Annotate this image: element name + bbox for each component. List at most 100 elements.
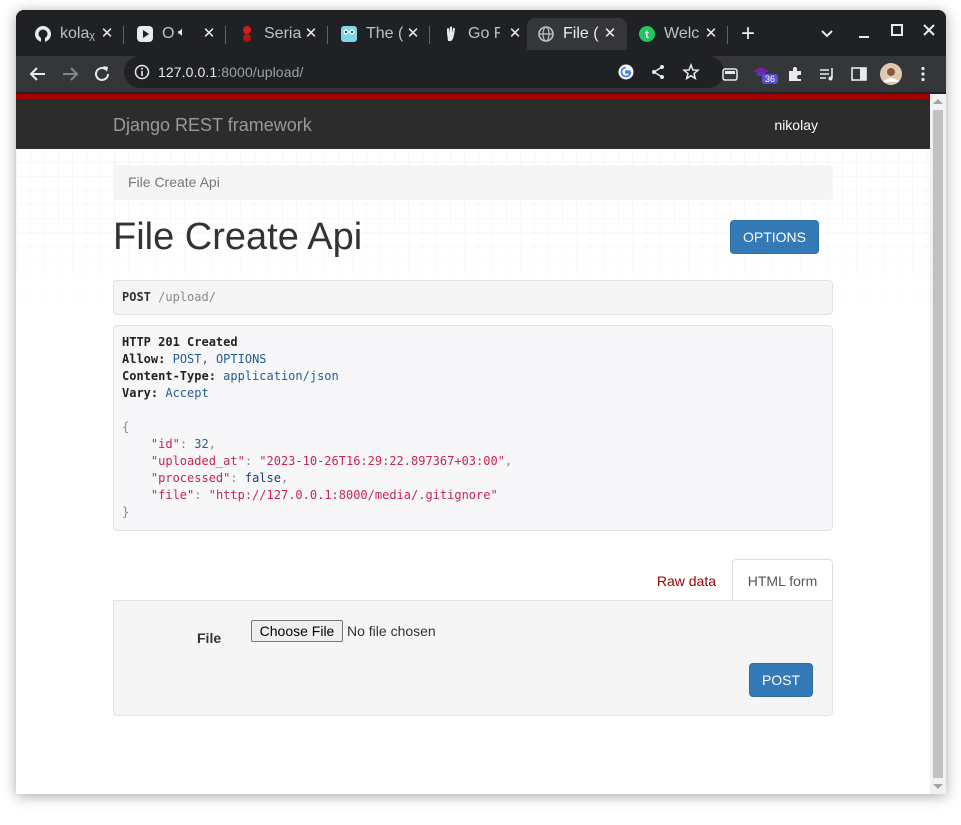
browser-tab[interactable]: t Welc ✕ — [628, 18, 728, 50]
header-value: Accept — [165, 386, 209, 400]
tab-html-form[interactable]: HTML form — [732, 559, 833, 602]
close-icon[interactable]: ✕ — [98, 25, 116, 43]
json-value: false — [244, 471, 281, 485]
extension-window-icon[interactable] — [718, 62, 742, 86]
close-icon[interactable]: ✕ — [506, 25, 524, 43]
share-icon[interactable] — [650, 64, 666, 85]
file-field-label: File — [197, 630, 222, 646]
maximize-button[interactable] — [885, 18, 909, 42]
side-panel-icon[interactable] — [847, 62, 871, 86]
browser-window: kolaᵪ ✕ O 🔈︎ ✕ Seria ✕ The ( ✕ Go F ✕ Fi… — [16, 10, 946, 794]
info-icon[interactable] — [134, 64, 150, 85]
tab-title: Seria — [264, 25, 302, 42]
tab-title: O — [162, 25, 175, 42]
back-icon[interactable] — [26, 62, 50, 86]
tab-separator — [123, 26, 124, 44]
github-icon — [34, 25, 52, 43]
browser-tab[interactable]: Seria ✕ — [228, 18, 328, 50]
json-key: "uploaded_at" — [150, 454, 245, 468]
tab-separator — [727, 26, 728, 44]
json-key: "file" — [150, 488, 195, 502]
page-viewport: Django REST framework nikolay File Creat… — [16, 94, 930, 794]
json-value: 32 — [194, 437, 209, 451]
menu-kebab-icon[interactable] — [911, 62, 935, 86]
page-title: File Create Api — [113, 216, 363, 258]
minimize-button[interactable] — [852, 22, 876, 46]
user-menu[interactable]: nikolay — [774, 117, 818, 133]
request-info: POST /upload/ — [113, 280, 833, 315]
json-value: "http://127.0.0.1:8000/media/.gitignore" — [208, 488, 498, 502]
close-icon[interactable]: ✕ — [601, 25, 619, 43]
svg-text:t: t — [645, 29, 649, 41]
gopher-icon — [340, 25, 358, 43]
scroll-up-arrow-icon[interactable] — [933, 99, 943, 104]
close-icon[interactable]: ✕ — [404, 25, 422, 43]
request-method: POST — [122, 290, 151, 304]
extension-hat-icon[interactable]: 36 — [750, 62, 779, 86]
address-bar[interactable]: 127.0.0.1:8000/upload/ — [124, 56, 724, 88]
scroll-thumb[interactable] — [933, 110, 943, 778]
close-window-button[interactable] — [917, 18, 941, 42]
header-value: application/json — [223, 369, 339, 383]
json-value: "2023-10-26T16:29:22.897367+03:00" — [259, 454, 505, 468]
globe-icon — [537, 25, 555, 43]
tab-title: Go F — [468, 25, 500, 42]
json-close-brace: } — [122, 505, 130, 519]
media-control-icon[interactable] — [815, 62, 839, 86]
new-tab-button[interactable]: + — [736, 20, 760, 47]
bookmark-star-icon[interactable] — [682, 62, 700, 86]
header-key: Content-Type: — [122, 369, 216, 383]
brand-link[interactable]: Django REST framework — [113, 115, 312, 136]
scroll-down-arrow-icon[interactable] — [933, 784, 943, 789]
html-form-panel: File Choose File No file chosen POST — [113, 600, 833, 716]
json-key: "id" — [150, 437, 180, 451]
browser-tab[interactable]: Go F ✕ — [432, 18, 532, 50]
post-button[interactable]: POST — [749, 663, 813, 697]
extension-badge: 36 — [762, 74, 779, 84]
header-key: Vary: — [122, 386, 159, 400]
page-scrollbar[interactable] — [930, 94, 946, 794]
tinkoff-icon: t — [638, 25, 656, 43]
url-host: 127.0.0.1 — [158, 64, 218, 80]
tab-title: Welc — [664, 25, 700, 42]
tab-title: File ( — [563, 25, 599, 42]
close-icon[interactable]: ✕ — [200, 25, 218, 43]
options-button[interactable]: OPTIONS — [730, 220, 819, 254]
choose-file-button[interactable]: Choose File — [251, 620, 343, 642]
url-path: :8000/upload/ — [217, 64, 304, 80]
request-path: /upload/ — [150, 290, 216, 304]
header-key: Allow: — [122, 352, 166, 366]
browser-tab-active[interactable]: File ( ✕ — [527, 18, 627, 50]
google-icon[interactable] — [618, 64, 634, 85]
tab-title: kolaᵪ — [60, 25, 95, 42]
browser-tab[interactable]: The ( ✕ — [330, 18, 430, 50]
tab-strip: kolaᵪ ✕ O 🔈︎ ✕ Seria ✕ The ( ✕ Go F ✕ Fi… — [16, 10, 946, 56]
form-tabs: Raw data HTML form — [113, 559, 833, 602]
browser-tab[interactable]: kolaᵪ ✕ — [24, 18, 124, 50]
extensions-puzzle-icon[interactable] — [783, 62, 807, 86]
tab-title: The ( — [366, 25, 404, 42]
response-info: HTTP 201 Created Allow: POST, OPTIONS Co… — [113, 325, 833, 531]
reload-icon[interactable] — [90, 62, 114, 86]
tab-separator — [327, 26, 328, 44]
browser-toolbar: 127.0.0.1:8000/upload/ 36 — [16, 56, 946, 92]
file-status-text: No file chosen — [347, 623, 436, 639]
profile-avatar-icon[interactable] — [879, 62, 903, 86]
close-icon[interactable]: ✕ — [302, 25, 320, 43]
breadcrumb-item: File Create Api — [128, 174, 220, 190]
hand-icon — [442, 25, 460, 43]
serial-icon — [238, 25, 256, 43]
breadcrumb: File Create Api — [113, 165, 833, 200]
navbar: Django REST framework nikolay — [16, 99, 930, 149]
tab-separator — [225, 26, 226, 44]
json-key: "processed" — [150, 471, 231, 485]
url-text[interactable]: 127.0.0.1:8000/upload/ — [158, 64, 303, 80]
browser-tab[interactable]: O 🔈︎ ✕ — [126, 18, 226, 50]
tab-search-icon[interactable] — [815, 22, 839, 46]
forward-icon[interactable] — [58, 62, 82, 86]
speaker-icon[interactable]: 🔈︎ — [178, 24, 186, 40]
tab-separator — [429, 26, 430, 44]
response-status: HTTP 201 Created — [122, 335, 238, 349]
tab-raw-data[interactable]: Raw data — [657, 573, 716, 589]
close-icon[interactable]: ✕ — [702, 25, 720, 43]
